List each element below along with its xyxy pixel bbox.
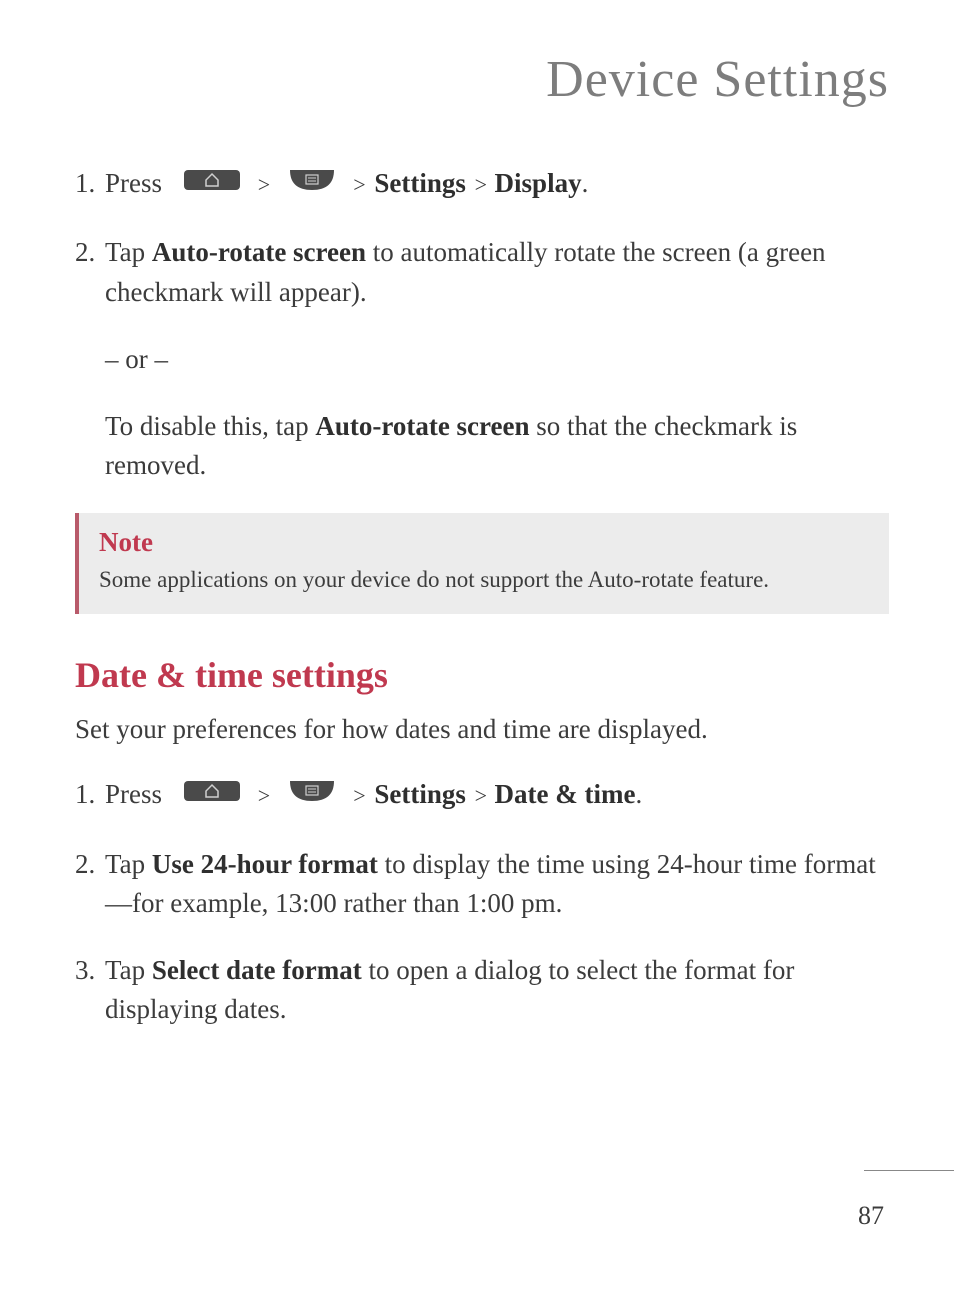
period: . xyxy=(582,168,589,198)
s2-step-2: 2. Tap Use 24-hour format to display the… xyxy=(75,845,889,923)
page-title: Device Settings xyxy=(75,50,889,109)
auto-rotate-label: Auto-rotate screen xyxy=(152,237,366,267)
datetime-label: Date & time xyxy=(495,779,636,809)
step-body: Tap Use 24-hour format to display the ti… xyxy=(105,845,889,923)
step-body: Press > > Settings > Date & time. xyxy=(105,775,889,816)
text: Tap xyxy=(105,955,152,985)
note-box: Note Some applications on your device do… xyxy=(75,513,889,614)
text: Tap xyxy=(105,849,152,879)
step-number: 3. xyxy=(75,951,105,1029)
step-2: 2. Tap Auto-rotate screen to automatical… xyxy=(75,233,889,311)
step-number: 1. xyxy=(75,164,105,205)
home-key-icon xyxy=(184,775,240,814)
disable-instruction: To disable this, tap Auto-rotate screen … xyxy=(105,407,889,485)
manual-page: Device Settings 1. Press > > xyxy=(0,0,954,1291)
menu-key-icon xyxy=(288,775,336,814)
step-number: 1. xyxy=(75,775,105,816)
section-intro: Set your preferences for how dates and t… xyxy=(75,714,889,745)
24hour-label: Use 24-hour format xyxy=(152,849,378,879)
step-body: Tap Select date format to open a dialog … xyxy=(105,951,889,1029)
step-number: 2. xyxy=(75,845,105,923)
separator: > xyxy=(473,172,495,197)
step-number: 2. xyxy=(75,233,105,311)
note-title: Note xyxy=(99,527,869,558)
step-1: 1. Press > > Settings > xyxy=(75,164,889,205)
settings-label: Settings xyxy=(374,168,466,198)
separator: > xyxy=(473,783,495,808)
text-press: Press xyxy=(105,168,162,198)
date-format-label: Select date format xyxy=(152,955,362,985)
text-press: Press xyxy=(105,779,162,809)
page-number: 87 xyxy=(858,1201,884,1231)
section-title: Date & time settings xyxy=(75,654,889,696)
period: . xyxy=(635,779,642,809)
step-body: Press > > Settings > Display. xyxy=(105,164,889,205)
display-label: Display xyxy=(495,168,582,198)
note-body: Some applications on your device do not … xyxy=(99,564,869,596)
s2-step-3: 3. Tap Select date format to open a dial… xyxy=(75,951,889,1029)
home-key-icon xyxy=(184,164,240,203)
step-body: Tap Auto-rotate screen to automatically … xyxy=(105,233,889,311)
menu-key-icon xyxy=(288,164,336,203)
or-separator: – or – xyxy=(105,340,889,379)
text: To disable this, tap xyxy=(105,411,315,441)
separator: > xyxy=(256,783,272,808)
auto-rotate-label: Auto-rotate screen xyxy=(315,411,529,441)
separator: > xyxy=(256,172,272,197)
separator: > xyxy=(351,783,367,808)
text: Tap xyxy=(105,237,152,267)
footer-rule xyxy=(864,1170,954,1171)
settings-label: Settings xyxy=(374,779,466,809)
separator: > xyxy=(351,172,367,197)
s2-step-1: 1. Press > > Settings > xyxy=(75,775,889,816)
